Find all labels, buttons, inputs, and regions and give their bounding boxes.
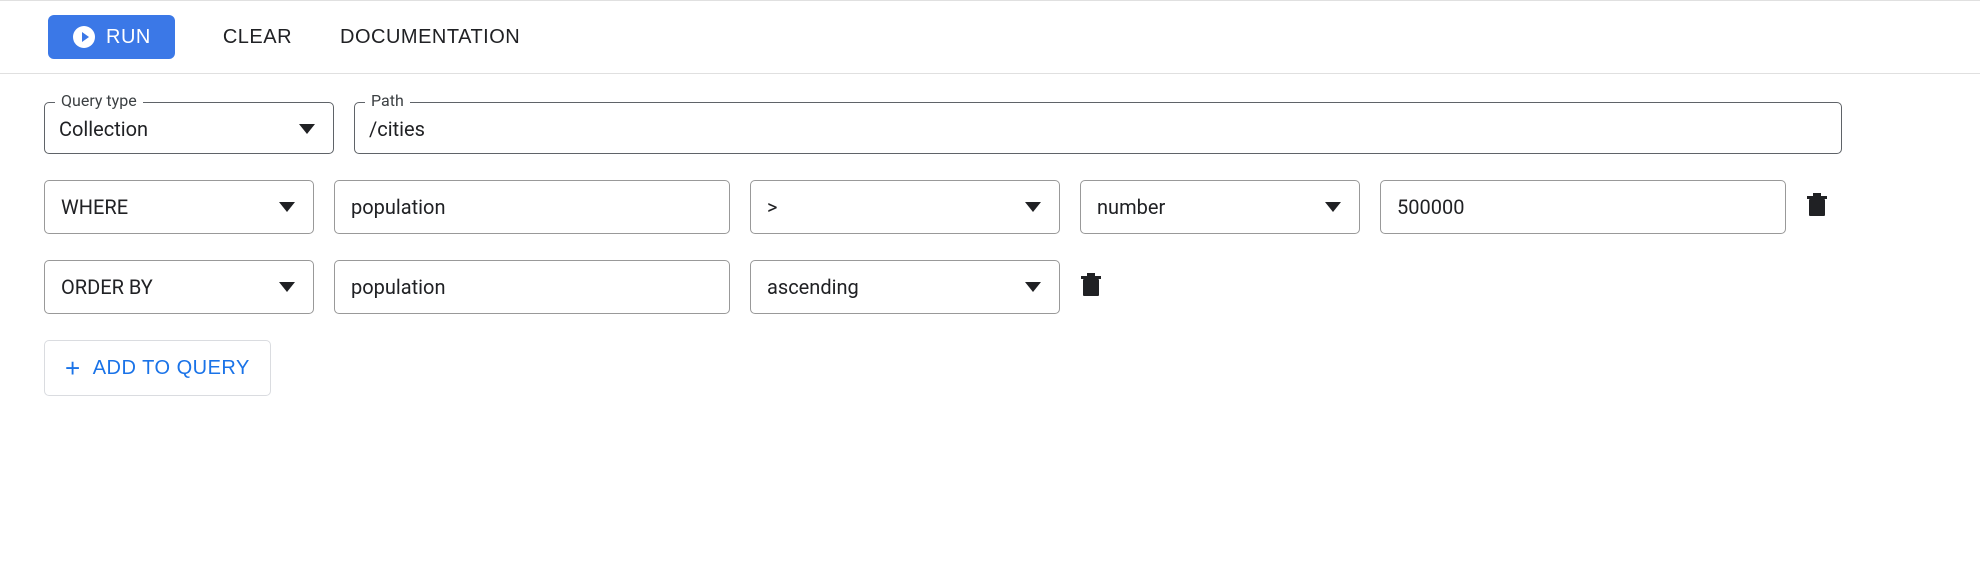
play-icon <box>72 25 96 49</box>
query-type-label: Query type <box>55 91 143 110</box>
field-value: population <box>351 195 446 219</box>
query-header-row: Query type Collection Path /cities <box>44 102 1936 154</box>
chevron-down-icon <box>279 282 295 292</box>
run-button[interactable]: RUN <box>48 15 175 59</box>
value-type-select[interactable]: number <box>1080 180 1360 234</box>
value-value: 500000 <box>1397 195 1464 219</box>
chevron-down-icon <box>279 202 295 212</box>
orderby-clause-row: ORDER BY population ascending <box>44 260 1936 314</box>
path-label: Path <box>365 91 410 110</box>
chevron-down-icon <box>1325 202 1341 212</box>
direction-select[interactable]: ascending <box>750 260 1060 314</box>
documentation-button[interactable]: DOCUMENTATION <box>340 26 520 49</box>
toolbar: RUN CLEAR DOCUMENTATION <box>0 0 1980 74</box>
chevron-down-icon <box>299 124 315 134</box>
clause-type-select[interactable]: WHERE <box>44 180 314 234</box>
delete-clause-button[interactable] <box>1806 193 1828 222</box>
trash-icon <box>1080 273 1102 302</box>
plus-icon: + <box>65 355 81 381</box>
value-input[interactable]: 500000 <box>1380 180 1786 234</box>
path-value: /cities <box>369 117 425 141</box>
delete-clause-button[interactable] <box>1080 273 1102 302</box>
field-value: population <box>351 275 446 299</box>
add-to-query-button[interactable]: + ADD TO QUERY <box>44 340 271 396</box>
clause-type-value: WHERE <box>61 195 128 219</box>
query-type-select[interactable]: Query type Collection <box>44 102 334 154</box>
chevron-down-icon <box>1025 202 1041 212</box>
field-input[interactable]: population <box>334 260 730 314</box>
run-button-label: RUN <box>106 26 151 49</box>
trash-icon <box>1806 193 1828 222</box>
clear-button[interactable]: CLEAR <box>223 26 292 49</box>
direction-value: ascending <box>767 275 859 299</box>
query-type-value: Collection <box>59 117 148 141</box>
clause-type-select[interactable]: ORDER BY <box>44 260 314 314</box>
field-input[interactable]: population <box>334 180 730 234</box>
chevron-down-icon <box>1025 282 1041 292</box>
operator-select[interactable]: > <box>750 180 1060 234</box>
query-builder: Query type Collection Path /cities WHERE… <box>0 74 1980 424</box>
add-to-query-label: ADD TO QUERY <box>93 357 250 380</box>
clause-type-value: ORDER BY <box>61 275 153 299</box>
value-type-value: number <box>1097 195 1165 219</box>
operator-value: > <box>767 195 777 219</box>
path-input[interactable]: Path /cities <box>354 102 1842 154</box>
where-clause-row: WHERE population > number 500000 <box>44 180 1936 234</box>
